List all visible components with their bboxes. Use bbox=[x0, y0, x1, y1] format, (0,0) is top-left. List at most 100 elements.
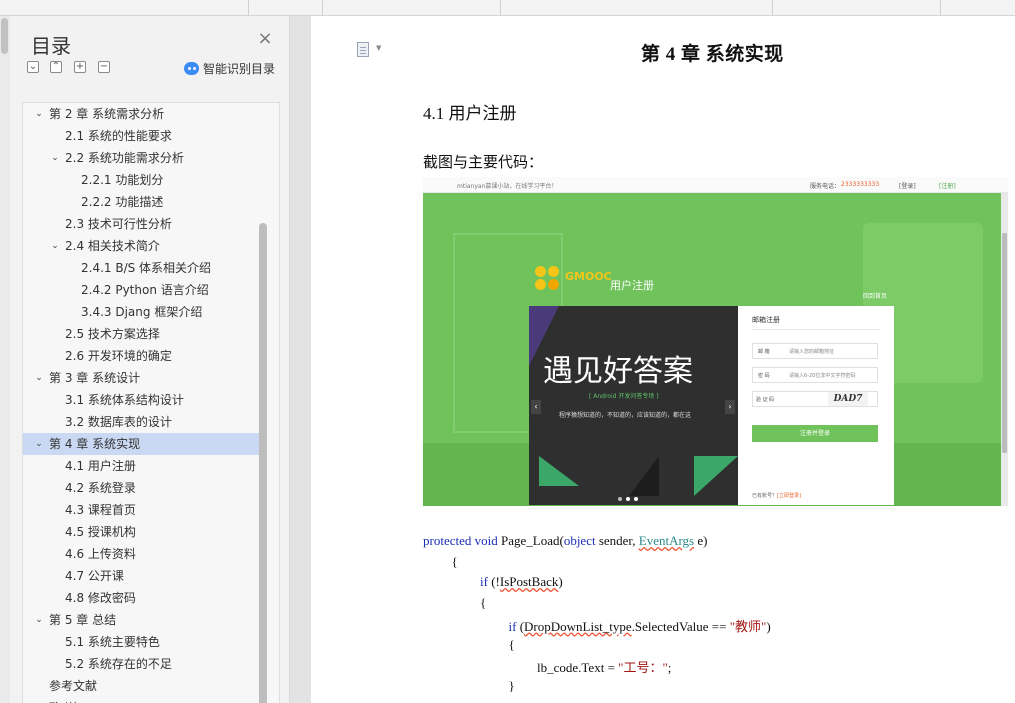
email-placeholder: 请输入您的邮箱地址 bbox=[789, 349, 835, 355]
toc-item[interactable]: ⌄ 2.2 系统功能需求分析 bbox=[23, 147, 261, 169]
toc-item[interactable]: 5.2 系统存在的不足 bbox=[23, 653, 261, 675]
site-back-home-link: 回到首页 bbox=[863, 293, 888, 300]
document-icon[interactable] bbox=[357, 42, 369, 57]
password-placeholder: 请输入6-20位非中文字符密码 bbox=[789, 373, 856, 379]
document-page: ▼ 第 4 章 系统实现 4.1 用户注册 截图与主要代码： mtianyan慕… bbox=[311, 16, 1015, 703]
site-scrollbar bbox=[1001, 193, 1008, 506]
left-scrollbar-thumb[interactable] bbox=[1, 18, 8, 54]
code-line: { bbox=[508, 636, 515, 652]
ribbon-separator bbox=[248, 0, 249, 16]
toc-item[interactable]: 致 谢 bbox=[23, 697, 261, 703]
document-editor-window: 目录 × ⌄ ⌃ + − 智能识别目录 ⌄ 第 2 章 系统需求分析 2.1 系统的… bbox=[0, 0, 1015, 703]
toc-item-label: 2.4.1 B/S 体系相关介绍 bbox=[81, 261, 212, 275]
toc-item[interactable]: 2.2.2 功能描述 bbox=[23, 191, 261, 213]
left-scrollbar[interactable] bbox=[0, 16, 10, 703]
remove-heading-button[interactable]: − bbox=[98, 61, 110, 73]
navigation-title: 目录 bbox=[31, 34, 71, 58]
chevron-down-icon[interactable]: ⌄ bbox=[33, 609, 45, 631]
toc-item-label: 4.8 修改密码 bbox=[65, 591, 136, 605]
promo-headline: 遇见好答案 bbox=[543, 354, 693, 389]
toc-item-label: 3.1 系统体系结构设计 bbox=[65, 393, 184, 407]
toc-item-label: 4.5 授课机构 bbox=[65, 525, 136, 539]
toc-item[interactable]: 2.1 系统的性能要求 bbox=[23, 125, 261, 147]
toc-item[interactable]: 4.3 课程首页 bbox=[23, 499, 261, 521]
ai-toc-button[interactable]: 智能识别目录 bbox=[184, 60, 275, 76]
site-phone-number: 2333333333 bbox=[841, 181, 880, 188]
chapter-title: 第 4 章 系统实现 bbox=[641, 44, 784, 65]
register-form: 邮箱注册 邮 箱 请输入您的邮箱地址 密 码 请输入6-20位非中文字符密码 验… bbox=[738, 306, 894, 505]
form-title: 邮箱注册 bbox=[752, 316, 780, 324]
email-label: 邮 箱 bbox=[758, 349, 770, 355]
toc-item[interactable]: ⌄ 第 4 章 系统实现 bbox=[23, 433, 261, 455]
toc-item-label: 第 5 章 总结 bbox=[49, 613, 117, 627]
toc-item[interactable]: ⌄ 第 3 章 系统设计 bbox=[23, 367, 261, 389]
code-line: { bbox=[451, 553, 458, 569]
toc-item[interactable]: 参考文献 bbox=[23, 675, 261, 697]
toc-item[interactable]: 2.2.1 功能划分 bbox=[23, 169, 261, 191]
expand-all-button[interactable]: ⌃ bbox=[50, 61, 62, 73]
ribbon-strip bbox=[0, 0, 1015, 16]
toc-item[interactable]: ⌄ 2.4 相关技术简介 bbox=[23, 235, 261, 257]
form-divider bbox=[752, 329, 880, 330]
has-account-text: 已有账号？ bbox=[752, 493, 778, 499]
carousel-dot bbox=[634, 497, 638, 501]
toc-item-label: 4.6 上传资料 bbox=[65, 547, 136, 561]
chevron-down-icon[interactable]: ⌄ bbox=[33, 103, 45, 125]
toc-item-label: 2.4 相关技术简介 bbox=[65, 239, 160, 253]
chevron-down-icon[interactable]: ⌄ bbox=[33, 367, 45, 389]
toc-item[interactable]: 2.3 技术可行性分析 bbox=[23, 213, 261, 235]
toc-item-label: 4.2 系统登录 bbox=[65, 481, 136, 495]
toc-item[interactable]: 4.6 上传资料 bbox=[23, 543, 261, 565]
toc-item[interactable]: 2.4.2 Python 语言介绍 bbox=[23, 279, 261, 301]
toc-item-label: 4.1 用户注册 bbox=[65, 459, 136, 473]
captcha-image: DAD7 bbox=[828, 392, 868, 406]
carousel-dot bbox=[618, 497, 622, 501]
chevron-down-icon[interactable]: ▼ bbox=[376, 44, 381, 52]
login-now-link: [立即登录] bbox=[777, 493, 801, 499]
embedded-screenshot[interactable]: mtianyan慕课小站，在线学习平台！ 服务电话： 2333333333 [登… bbox=[423, 177, 1008, 506]
toc-item[interactable]: 3.4.3 Djang 框架介绍 bbox=[23, 301, 261, 323]
toc-item-label: 参考文献 bbox=[49, 679, 98, 693]
toc-item[interactable]: 2.4.1 B/S 体系相关介绍 bbox=[23, 257, 261, 279]
toc-scrollbar[interactable] bbox=[259, 223, 267, 703]
toc-item[interactable]: 4.7 公开课 bbox=[23, 565, 261, 587]
document-area: ▼ 第 4 章 系统实现 4.1 用户注册 截图与主要代码： mtianyan慕… bbox=[292, 16, 1015, 703]
toc-item[interactable]: ⌄ 第 2 章 系统需求分析 bbox=[23, 103, 261, 125]
toc-item[interactable]: 3.1 系统体系结构设计 bbox=[23, 389, 261, 411]
promo-decor bbox=[539, 456, 579, 486]
toc-item[interactable]: 2.6 开发环境的确定 bbox=[23, 345, 261, 367]
site-topbar: mtianyan慕课小站，在线学习平台！ 服务电话： 2333333333 [登… bbox=[423, 177, 1008, 193]
captcha-label: 验 证 码 bbox=[756, 397, 775, 403]
code-line: { bbox=[480, 595, 487, 611]
promo-banner: 遇见好答案 [ Android 开发问答专场 ] 程序猿想知道的，不知道的，应该… bbox=[529, 306, 738, 505]
collapse-all-button[interactable]: ⌄ bbox=[27, 61, 39, 73]
toc-item[interactable]: 4.1 用户注册 bbox=[23, 455, 261, 477]
gmooc-logo-icon bbox=[535, 266, 561, 292]
toc-item-label: 第 2 章 系统需求分析 bbox=[49, 107, 165, 121]
toc-item[interactable]: 4.5 授课机构 bbox=[23, 521, 261, 543]
close-icon[interactable]: × bbox=[256, 30, 274, 48]
code-line: } bbox=[508, 677, 515, 693]
chevron-down-icon[interactable]: ⌄ bbox=[49, 235, 61, 257]
ribbon-separator bbox=[322, 0, 323, 16]
toc-item[interactable]: 3.2 数据库表的设计 bbox=[23, 411, 261, 433]
toc-item[interactable]: 4.2 系统登录 bbox=[23, 477, 261, 499]
chevron-down-icon[interactable]: ⌄ bbox=[33, 433, 45, 455]
toc-item[interactable]: ⌄ 第 5 章 总结 bbox=[23, 609, 261, 631]
toc-item[interactable]: 5.1 系统主要特色 bbox=[23, 631, 261, 653]
toc-item-label: 2.4.2 Python 语言介绍 bbox=[81, 283, 209, 297]
toc-item-label: 2.2 系统功能需求分析 bbox=[65, 151, 184, 165]
toc-item-label: 2.5 技术方案选择 bbox=[65, 327, 160, 341]
chevron-down-icon[interactable]: ⌄ bbox=[49, 147, 61, 169]
toc-item[interactable]: 4.8 修改密码 bbox=[23, 587, 261, 609]
chevron-left-icon: ‹ bbox=[531, 400, 541, 414]
add-heading-button[interactable]: + bbox=[74, 61, 86, 73]
toc-item-label: 2.3 技术可行性分析 bbox=[65, 217, 172, 231]
toc-item[interactable]: 2.5 技术方案选择 bbox=[23, 323, 261, 345]
promo-slogan: 程序猿想知道的，不知道的，应该知道的，都在这 bbox=[559, 412, 692, 419]
toc-item-label: 5.2 系统存在的不足 bbox=[65, 657, 172, 671]
toc-item-label: 2.1 系统的性能要求 bbox=[65, 129, 172, 143]
toc-item-label: 2.2.1 功能划分 bbox=[81, 173, 164, 187]
code-line: protected void Page_Load(object sender, … bbox=[423, 533, 708, 548]
ai-toc-label: 智能识别目录 bbox=[203, 61, 276, 76]
